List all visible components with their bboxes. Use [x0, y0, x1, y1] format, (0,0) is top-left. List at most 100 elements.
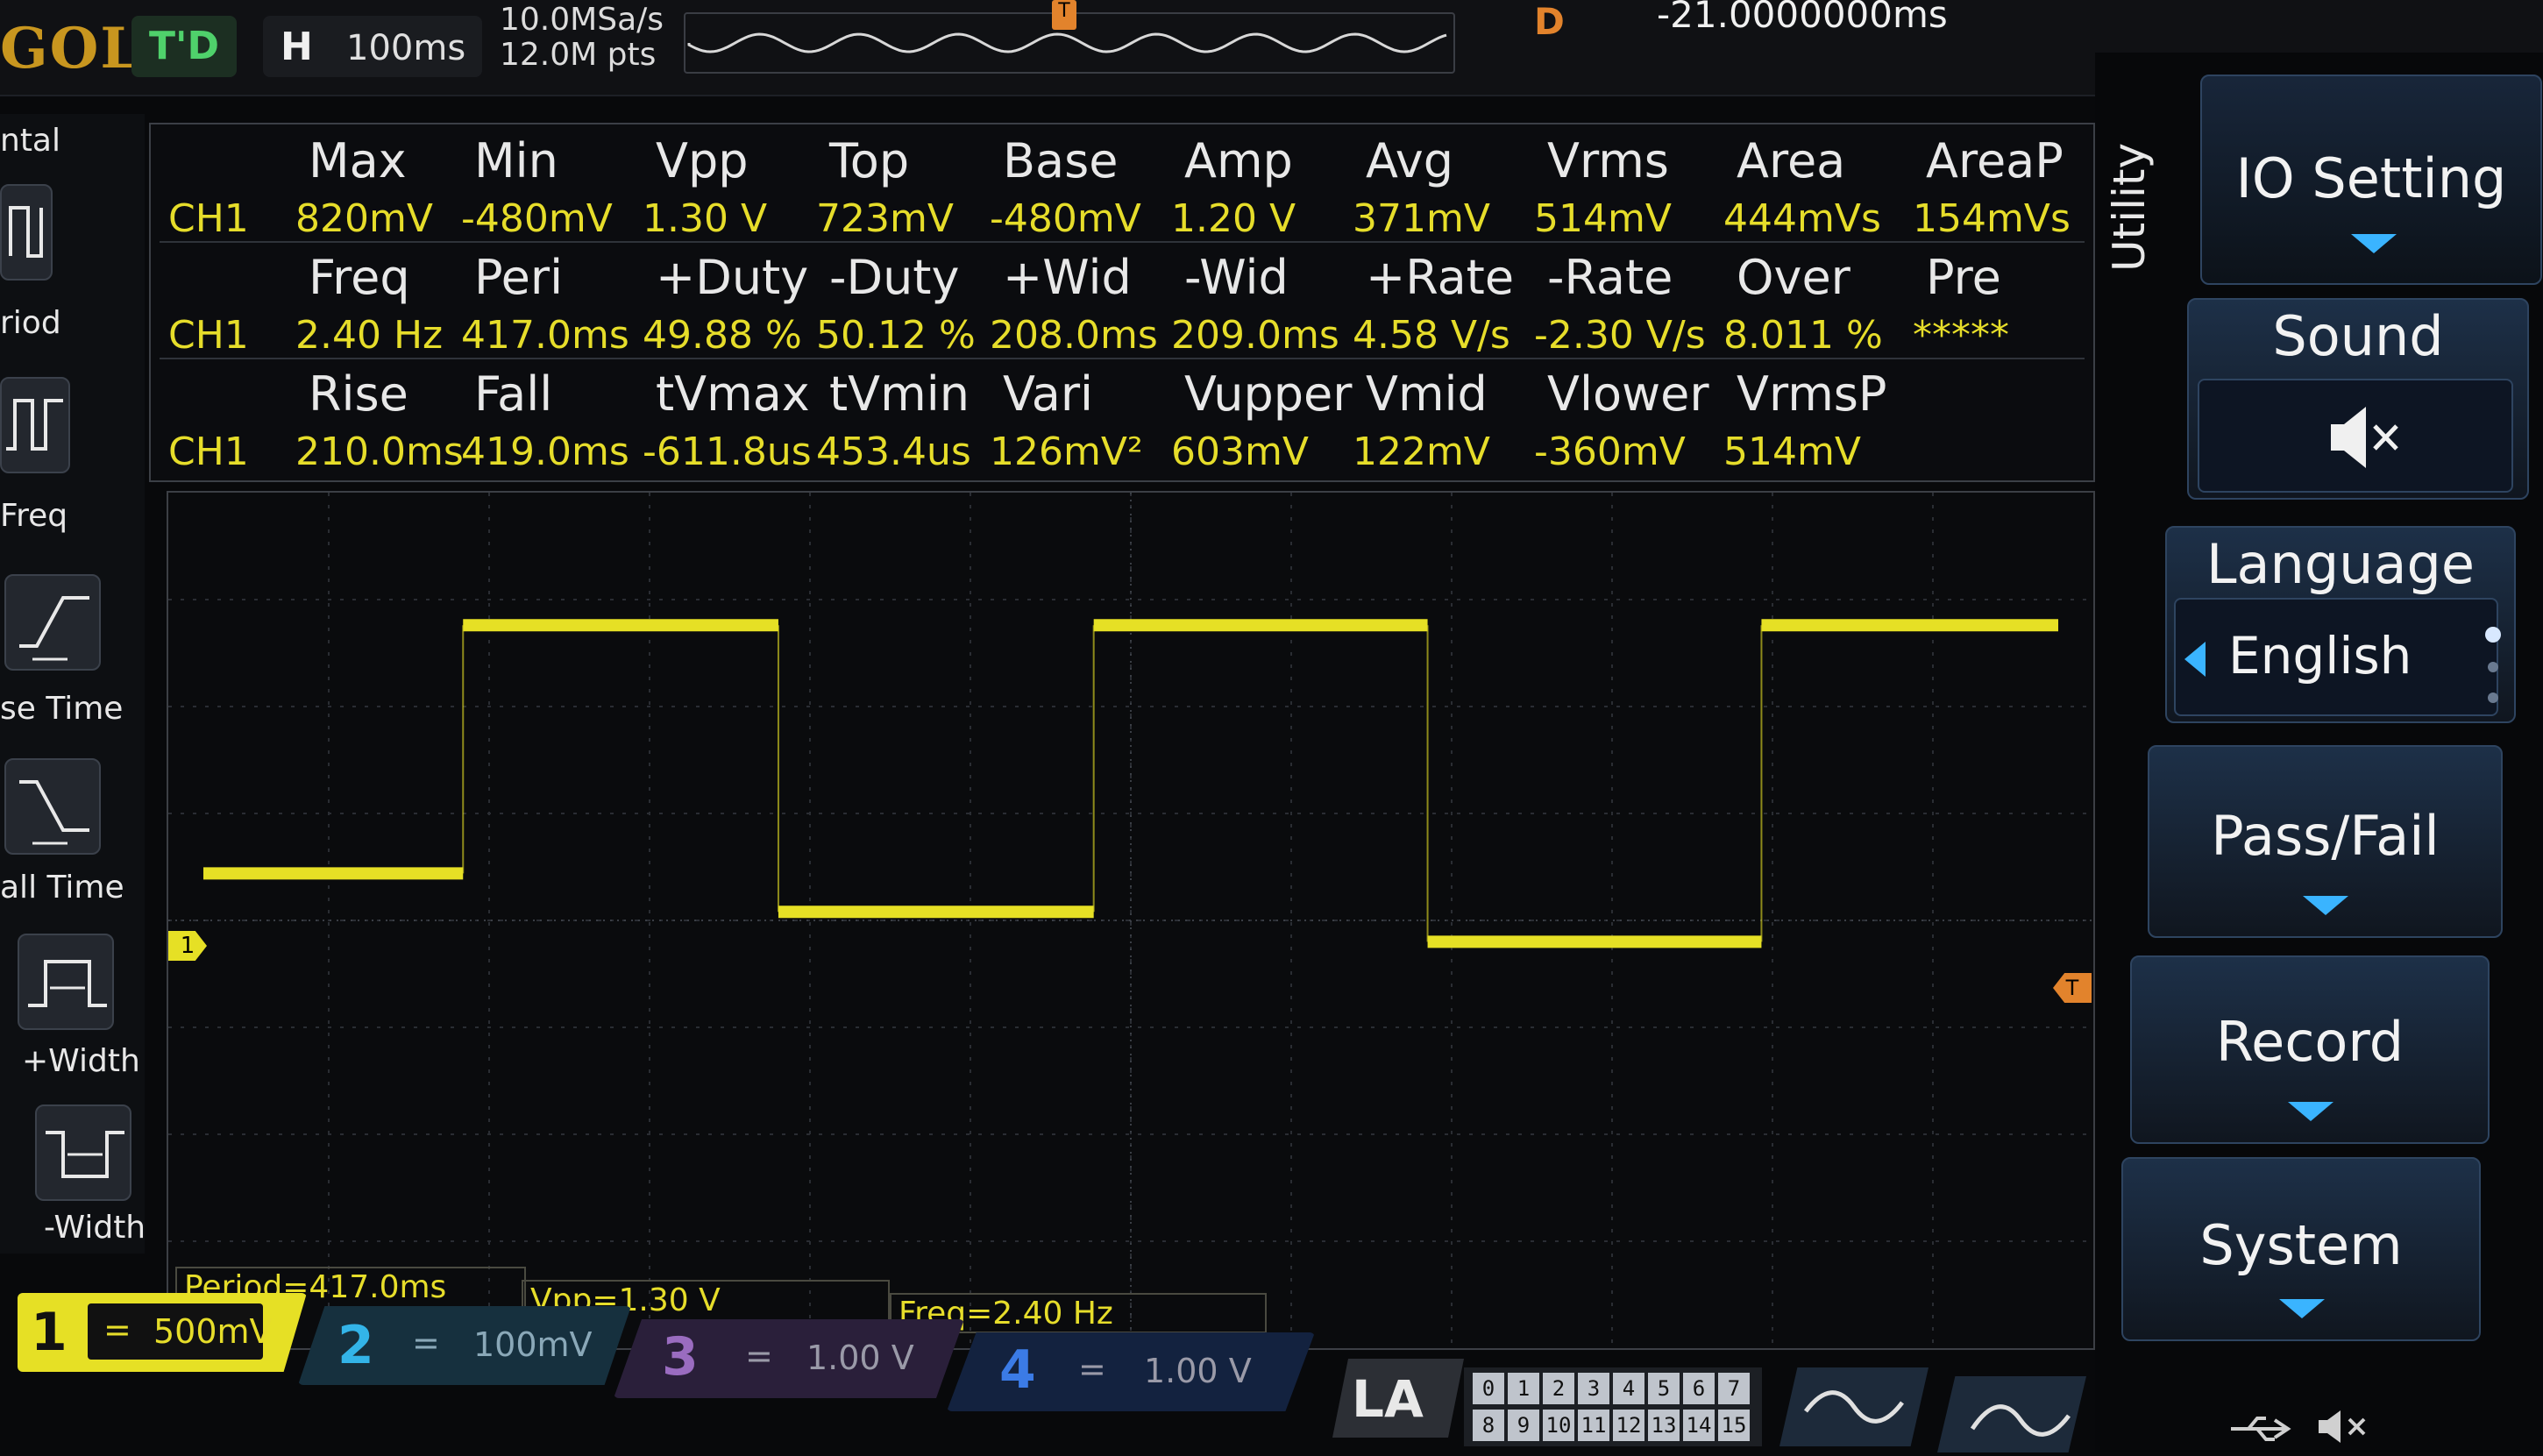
ch4-setting-box[interactable]: 4 = 1.00 V: [947, 1332, 1315, 1411]
digital-channel-chip: 15: [1718, 1410, 1750, 1441]
utility-title-text: Utility: [2104, 142, 2155, 272]
measurement-value: 723mV: [816, 196, 954, 241]
chevron-down-icon: [2279, 1299, 2325, 1318]
page-indicator-dot: [2488, 662, 2498, 672]
trigger-position-marker: T: [1052, 0, 1076, 30]
measurement-value: 603mV: [1171, 430, 1309, 474]
measurement-header: Max: [309, 133, 407, 188]
digital-channel-grid[interactable]: 01234567 8 9 10 11 12 13 14 15: [1464, 1367, 1762, 1446]
sound-menu[interactable]: Sound: [2187, 298, 2529, 500]
ch3-setting-box[interactable]: 3 = 1.00 V: [614, 1319, 964, 1398]
positive-width-button[interactable]: [18, 934, 114, 1030]
strip-label-negative-width: -Width: [44, 1210, 146, 1246]
ch3-coupling: =: [745, 1337, 773, 1375]
delay-label: D: [1534, 0, 1565, 43]
language-select[interactable]: English: [2174, 598, 2498, 716]
speaker-muted-icon: [2331, 407, 2398, 468]
pass-fail-menu[interactable]: Pass/Fail: [2148, 745, 2503, 938]
digital-channel-chip: 8: [1473, 1410, 1504, 1441]
measurement-value: -611.8us: [643, 430, 812, 474]
logic-analyzer-button[interactable]: LA: [1332, 1359, 1464, 1438]
frequency-icon: [6, 399, 63, 451]
strip-label-fall-time: all Time: [0, 870, 124, 906]
measurement-value: 514mV: [1534, 196, 1672, 241]
system-menu[interactable]: System: [2121, 1157, 2481, 1341]
ch2-scale: 100mV: [473, 1325, 593, 1364]
measurement-value: 514mV: [1723, 430, 1861, 474]
period-button[interactable]: [0, 184, 53, 281]
ch2-setting-box[interactable]: 2 = 100mV: [298, 1306, 631, 1385]
measurement-header: AreaP: [1926, 133, 2064, 188]
digital-channel-chip: 2: [1543, 1373, 1574, 1404]
page-indicator-dot: [2488, 692, 2498, 703]
digital-row-8-15: 8 9 10 11 12 13 14 15: [1473, 1410, 1750, 1441]
sine-wave-icon: [1804, 1390, 1904, 1424]
measurement-value: 820mV: [295, 196, 433, 241]
measurement-value: 50.12 %: [816, 313, 976, 358]
ref-button[interactable]: [1937, 1376, 2086, 1452]
ch1-number: 1: [31, 1302, 67, 1363]
measurement-header: +Rate: [1366, 250, 1515, 305]
chevron-left-icon: [2184, 642, 2206, 677]
negative-width-button[interactable]: [35, 1104, 131, 1201]
measurement-value: -360mV: [1534, 430, 1686, 474]
measurement-value: 371mV: [1353, 196, 1490, 241]
strip-label-period: riod: [0, 305, 61, 341]
measurement-header: Over: [1737, 250, 1850, 305]
negative-width-icon: [46, 1131, 124, 1178]
math-button[interactable]: [1779, 1367, 1929, 1446]
measurement-header: Rise: [309, 366, 408, 422]
strip-label-positive-width: +Width: [22, 1043, 140, 1079]
page-indicator-dot: [2485, 627, 2501, 643]
measurement-value: 8.011 %: [1723, 313, 1883, 358]
measurement-header: Freq: [309, 250, 410, 305]
ch4-coupling: =: [1078, 1350, 1106, 1389]
ch2-coupling: =: [412, 1324, 440, 1362]
measurement-header: Base: [1003, 133, 1119, 188]
digital-channel-chip: 0: [1473, 1373, 1504, 1404]
divider: [160, 241, 2085, 243]
timebase-value: 100ms: [346, 28, 466, 68]
freq-button[interactable]: [0, 377, 70, 473]
measurement-value: 453.4us: [816, 430, 971, 474]
digital-channel-chip: 6: [1683, 1373, 1715, 1404]
digital-channel-chip: 1: [1508, 1373, 1539, 1404]
chevron-down-icon: [2303, 896, 2348, 915]
ch1-setting-box[interactable]: 1 = 500mV: [18, 1293, 307, 1372]
divider: [160, 358, 2085, 359]
measurement-channel-label: CH1: [168, 196, 249, 241]
timebase-label: H: [281, 25, 313, 69]
record-menu[interactable]: Record: [2130, 955, 2490, 1144]
measurement-value: 1.20 V: [1171, 196, 1296, 241]
sound-toggle[interactable]: [2198, 379, 2513, 493]
digital-channel-chip: 4: [1613, 1373, 1644, 1404]
fall-time-button[interactable]: [4, 758, 101, 855]
digital-channel-chip: 12: [1613, 1410, 1644, 1441]
record-label: Record: [2215, 1010, 2404, 1074]
measurement-value: 49.88 %: [643, 313, 802, 358]
language-label: Language: [2206, 532, 2475, 596]
measurement-value: 417.0ms: [461, 313, 629, 358]
measurement-header: Pre: [1926, 250, 2001, 305]
measurement-value: 4.58 V/s: [1353, 313, 1510, 358]
ch3-scale: 1.00 V: [806, 1339, 914, 1377]
measurement-value: -480mV: [461, 196, 613, 241]
strip-label-horizontal: ntal: [0, 123, 60, 159]
digital-channel-chip: 7: [1718, 1373, 1750, 1404]
rise-time-button[interactable]: [4, 574, 101, 671]
measurement-header: Top: [829, 133, 910, 188]
sine-wave-icon: [1970, 1404, 2071, 1437]
measurement-value: 154mVs: [1913, 196, 2071, 241]
digital-channel-chip: 13: [1648, 1410, 1680, 1441]
delay-value: -21.0000000ms: [1657, 0, 1948, 36]
language-value: English: [2228, 626, 2412, 685]
io-setting-menu[interactable]: IO Setting: [2200, 75, 2542, 285]
language-menu[interactable]: Language English: [2165, 526, 2516, 723]
digital-row-0-7: 01234567: [1473, 1373, 1750, 1404]
period-icon: [9, 206, 43, 258]
ch3-number: 3: [662, 1326, 699, 1388]
trigger-status-badge: T'D: [131, 16, 237, 77]
digital-channel-chip: 11: [1578, 1410, 1609, 1441]
waveform-display[interactable]: 1 T: [167, 491, 2095, 1350]
digital-channel-chip: 3: [1578, 1373, 1609, 1404]
